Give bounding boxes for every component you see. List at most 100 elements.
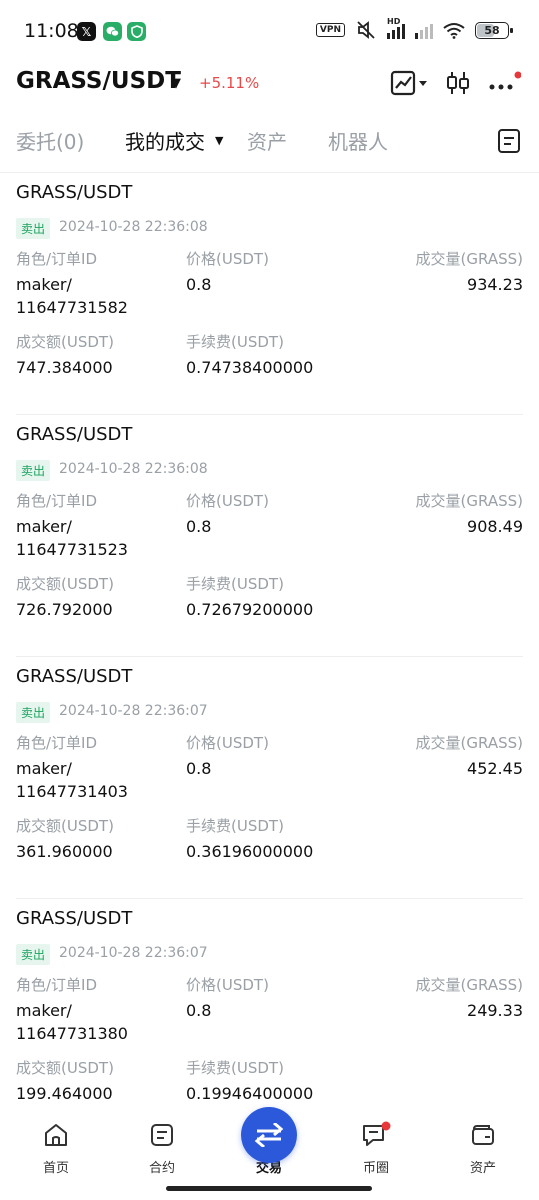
contract-icon bbox=[151, 1124, 173, 1146]
pair-dropdown-icon[interactable]: ▼ bbox=[171, 76, 181, 91]
volume-label: 成交量(GRASS) bbox=[415, 492, 523, 510]
signal-weak-icon bbox=[415, 21, 433, 39]
role-value: maker/ bbox=[16, 517, 72, 536]
trade-card: GRASS/USDT 卖出 2024-10-28 22:36:07 角色/订单I… bbox=[0, 899, 539, 1103]
swap-icon bbox=[254, 1123, 284, 1147]
amount-label: 成交额(USDT) bbox=[16, 817, 114, 835]
amount-value: 361.960000 bbox=[16, 842, 113, 861]
network-type-label: HD bbox=[387, 17, 401, 26]
trade-fab-button[interactable] bbox=[241, 1107, 297, 1163]
role-value: maker/ bbox=[16, 275, 72, 294]
wifi-icon bbox=[443, 22, 465, 39]
fee-value: 0.36196000000 bbox=[186, 842, 314, 861]
home-indicator[interactable] bbox=[166, 1186, 372, 1191]
battery-icon: 58 bbox=[475, 21, 513, 39]
side-badge: 卖出 bbox=[16, 702, 51, 723]
tab-my-trades[interactable]: 我的成交 bbox=[125, 126, 205, 155]
fee-value: 0.72679200000 bbox=[186, 600, 314, 619]
trade-pair: GRASS/USDT bbox=[16, 182, 133, 203]
nav-community-label: 币圈 bbox=[362, 1161, 389, 1176]
order-id-value: 11647731380 bbox=[16, 1024, 128, 1043]
home-icon bbox=[45, 1124, 67, 1146]
trade-pair: GRASS/USDT bbox=[16, 908, 133, 929]
order-id-value: 11647731403 bbox=[16, 782, 128, 801]
nav-trade[interactable]: 交易 bbox=[234, 1107, 304, 1176]
role-order-id: maker/ 11647731380 bbox=[16, 999, 166, 1045]
tab-bots[interactable]: 机器人 bbox=[328, 126, 388, 155]
status-bar: 11:08 𝕏 VPN HD 58 bbox=[0, 0, 539, 62]
role-order-id: maker/ 11647731403 bbox=[16, 757, 166, 803]
volume-value: 452.45 bbox=[467, 759, 523, 778]
order-id-value: 11647731582 bbox=[16, 298, 128, 317]
role-label: 角色/订单ID bbox=[16, 250, 98, 268]
more-button[interactable] bbox=[487, 66, 521, 100]
price-value: 0.8 bbox=[186, 275, 212, 294]
trade-card: GRASS/USDT 卖出 2024-10-28 22:36:08 角色/订单I… bbox=[0, 415, 539, 657]
trade-card: GRASS/USDT 卖出 2024-10-28 22:36:07 角色/订单I… bbox=[0, 657, 539, 899]
volume-label: 成交量(GRASS) bbox=[415, 734, 523, 752]
amount-label: 成交额(USDT) bbox=[16, 1059, 114, 1077]
nav-home-label: 首页 bbox=[42, 1161, 69, 1176]
volume-label: 成交量(GRASS) bbox=[415, 976, 523, 994]
price-value: 0.8 bbox=[186, 517, 212, 536]
chart-trend-button[interactable] bbox=[388, 66, 432, 100]
price-value: 0.8 bbox=[186, 1001, 212, 1020]
trade-time: 2024-10-28 22:36:08 bbox=[59, 219, 208, 235]
price-label: 价格(USDT) bbox=[186, 734, 269, 752]
status-time: 11:08 bbox=[24, 20, 79, 42]
nav-community[interactable]: 币圈 bbox=[341, 1121, 411, 1176]
wallet-icon bbox=[472, 1125, 494, 1145]
nav-assets-label: 资产 bbox=[469, 1161, 496, 1176]
x-app-icon: 𝕏 bbox=[77, 22, 96, 41]
amount-value: 199.464000 bbox=[16, 1084, 113, 1103]
pair-header: GRASS/USDT ▼ +5.11% bbox=[0, 62, 539, 106]
fee-label: 手续费(USDT) bbox=[186, 575, 284, 593]
amount-label: 成交额(USDT) bbox=[16, 575, 114, 593]
document-icon bbox=[498, 129, 520, 153]
role-label: 角色/订单ID bbox=[16, 734, 98, 752]
nav-assets[interactable]: 资产 bbox=[448, 1121, 518, 1176]
tab-assets[interactable]: 资产 bbox=[247, 126, 287, 155]
shield-app-icon bbox=[127, 22, 146, 41]
role-label: 角色/订单ID bbox=[16, 492, 98, 510]
role-label: 角色/订单ID bbox=[16, 976, 98, 994]
role-value: maker/ bbox=[16, 759, 72, 778]
price-value: 0.8 bbox=[186, 759, 212, 778]
role-value: maker/ bbox=[16, 1001, 72, 1020]
role-order-id: maker/ 11647731582 bbox=[16, 273, 166, 319]
candlestick-icon bbox=[447, 72, 469, 94]
nav-contract-label: 合约 bbox=[148, 1161, 175, 1176]
fee-value: 0.74738400000 bbox=[186, 358, 314, 377]
tab-dropdown-icon[interactable]: ▼ bbox=[215, 134, 223, 147]
trade-time: 2024-10-28 22:36:08 bbox=[59, 461, 208, 477]
fee-label: 手续费(USDT) bbox=[186, 817, 284, 835]
price-label: 价格(USDT) bbox=[186, 492, 269, 510]
nav-home[interactable]: 首页 bbox=[21, 1121, 91, 1176]
kline-button[interactable] bbox=[443, 66, 473, 100]
volume-value: 934.23 bbox=[467, 275, 523, 294]
signal-icon: HD bbox=[387, 17, 405, 39]
order-tabs: 委托(0) 我的成交 ▼ 资产 机器人 bbox=[0, 120, 539, 164]
battery-level: 58 bbox=[484, 23, 500, 37]
role-order-id: maker/ 11647731523 bbox=[16, 515, 166, 561]
chart-trend-icon bbox=[390, 70, 427, 96]
trade-pair: GRASS/USDT bbox=[16, 424, 133, 445]
nav-contract[interactable]: 合约 bbox=[127, 1121, 197, 1176]
order-history-button[interactable] bbox=[497, 128, 521, 158]
pair-selector[interactable]: GRASS/USDT bbox=[16, 68, 181, 94]
tab-open-orders[interactable]: 委托(0) bbox=[16, 126, 84, 155]
wechat-app-icon bbox=[103, 22, 122, 41]
price-label: 价格(USDT) bbox=[186, 976, 269, 994]
amount-value: 726.792000 bbox=[16, 600, 113, 619]
chat-icon bbox=[363, 1121, 391, 1146]
side-badge: 卖出 bbox=[16, 460, 51, 481]
price-label: 价格(USDT) bbox=[186, 250, 269, 268]
trade-pair: GRASS/USDT bbox=[16, 666, 133, 687]
vpn-icon: VPN bbox=[315, 23, 345, 37]
trade-time: 2024-10-28 22:36:07 bbox=[59, 703, 208, 719]
fee-value: 0.19946400000 bbox=[186, 1084, 314, 1103]
side-badge: 卖出 bbox=[16, 944, 51, 965]
volume-value: 908.49 bbox=[467, 517, 523, 536]
trade-card: GRASS/USDT 卖出 2024-10-28 22:36:08 角色/订单I… bbox=[0, 173, 539, 415]
amount-value: 747.384000 bbox=[16, 358, 113, 377]
